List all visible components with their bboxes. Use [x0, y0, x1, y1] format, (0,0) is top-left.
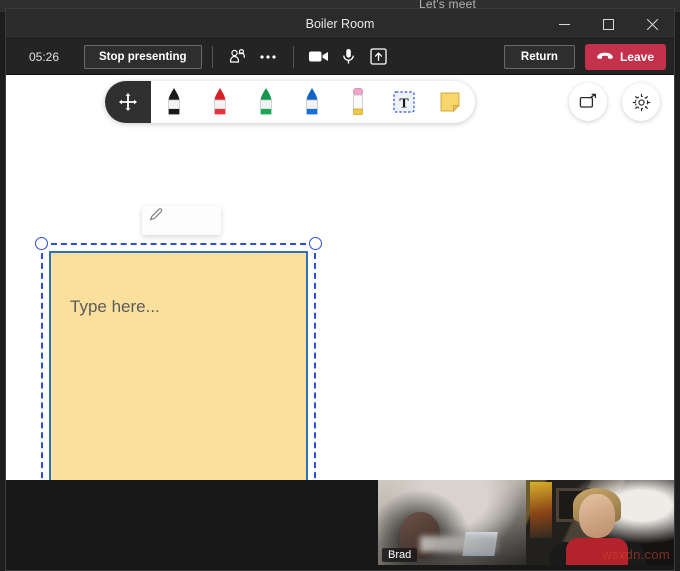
people-icon[interactable]: [223, 44, 253, 70]
gear-icon[interactable]: [622, 83, 660, 121]
popout-icon[interactable]: [569, 83, 607, 121]
pen-cursor-icon: [149, 207, 163, 226]
text-tool[interactable]: T: [381, 81, 427, 123]
hangup-icon: [597, 50, 613, 64]
leave-button-label: Leave: [619, 49, 654, 64]
meeting-timer: 05:26: [28, 49, 60, 64]
screen-root: Let's meet Boiler Room 05:26 Stop presen…: [0, 0, 680, 571]
pen-red[interactable]: [197, 81, 243, 123]
window-title: Boiler Room: [305, 16, 375, 31]
share-screen-icon[interactable]: [364, 44, 394, 70]
maximize-icon[interactable]: [586, 9, 630, 39]
participant-name-badge: Brad: [382, 548, 418, 562]
sticky-note-selection[interactable]: Type here...: [35, 237, 322, 480]
meeting-control-bar: 05:26 Stop presenting Return Leave: [6, 39, 674, 75]
microphone-icon[interactable]: [334, 44, 364, 70]
leave-button[interactable]: Leave: [584, 43, 666, 70]
more-options-icon[interactable]: [253, 44, 283, 70]
video-tile-brad[interactable]: Brad: [378, 480, 526, 565]
pen-black[interactable]: [151, 81, 197, 123]
note-tool[interactable]: [427, 81, 473, 123]
minimize-icon[interactable]: [542, 9, 586, 39]
sticky-note[interactable]: Type here...: [49, 251, 308, 480]
eraser-tool[interactable]: [335, 81, 381, 123]
pen-green[interactable]: [243, 81, 289, 123]
resize-handle-top-left[interactable]: [35, 237, 48, 250]
participant-shirt: [566, 538, 628, 565]
video-tile-participant-2[interactable]: wsxdn.com: [526, 480, 674, 565]
sticky-note-placeholder: Type here...: [70, 297, 160, 316]
participant-avatar: [579, 494, 615, 538]
whiteboard-canvas[interactable]: T Type here...: [6, 75, 674, 480]
video-thumbnail-strip: Brad wsxdn.com: [6, 480, 674, 570]
control-divider-2: [292, 45, 294, 68]
move-tool[interactable]: [105, 81, 151, 123]
pen-blue[interactable]: [289, 81, 335, 123]
whiteboard-toolbar: T: [105, 81, 475, 123]
stop-presenting-button[interactable]: Stop presenting: [84, 44, 202, 69]
title-bar: Boiler Room: [6, 9, 674, 39]
teams-meeting-window: Boiler Room 05:26 Stop presenting Return…: [5, 8, 675, 571]
resize-handle-top-right[interactable]: [309, 237, 322, 250]
close-icon[interactable]: [630, 9, 674, 39]
brad-motion-blur: [420, 536, 498, 552]
return-button[interactable]: Return: [503, 44, 575, 69]
control-divider-1: [211, 45, 213, 68]
window-controls: [542, 9, 674, 39]
camera-icon[interactable]: [304, 44, 334, 70]
wall-art: [530, 482, 552, 538]
svg-text:T: T: [399, 97, 409, 112]
